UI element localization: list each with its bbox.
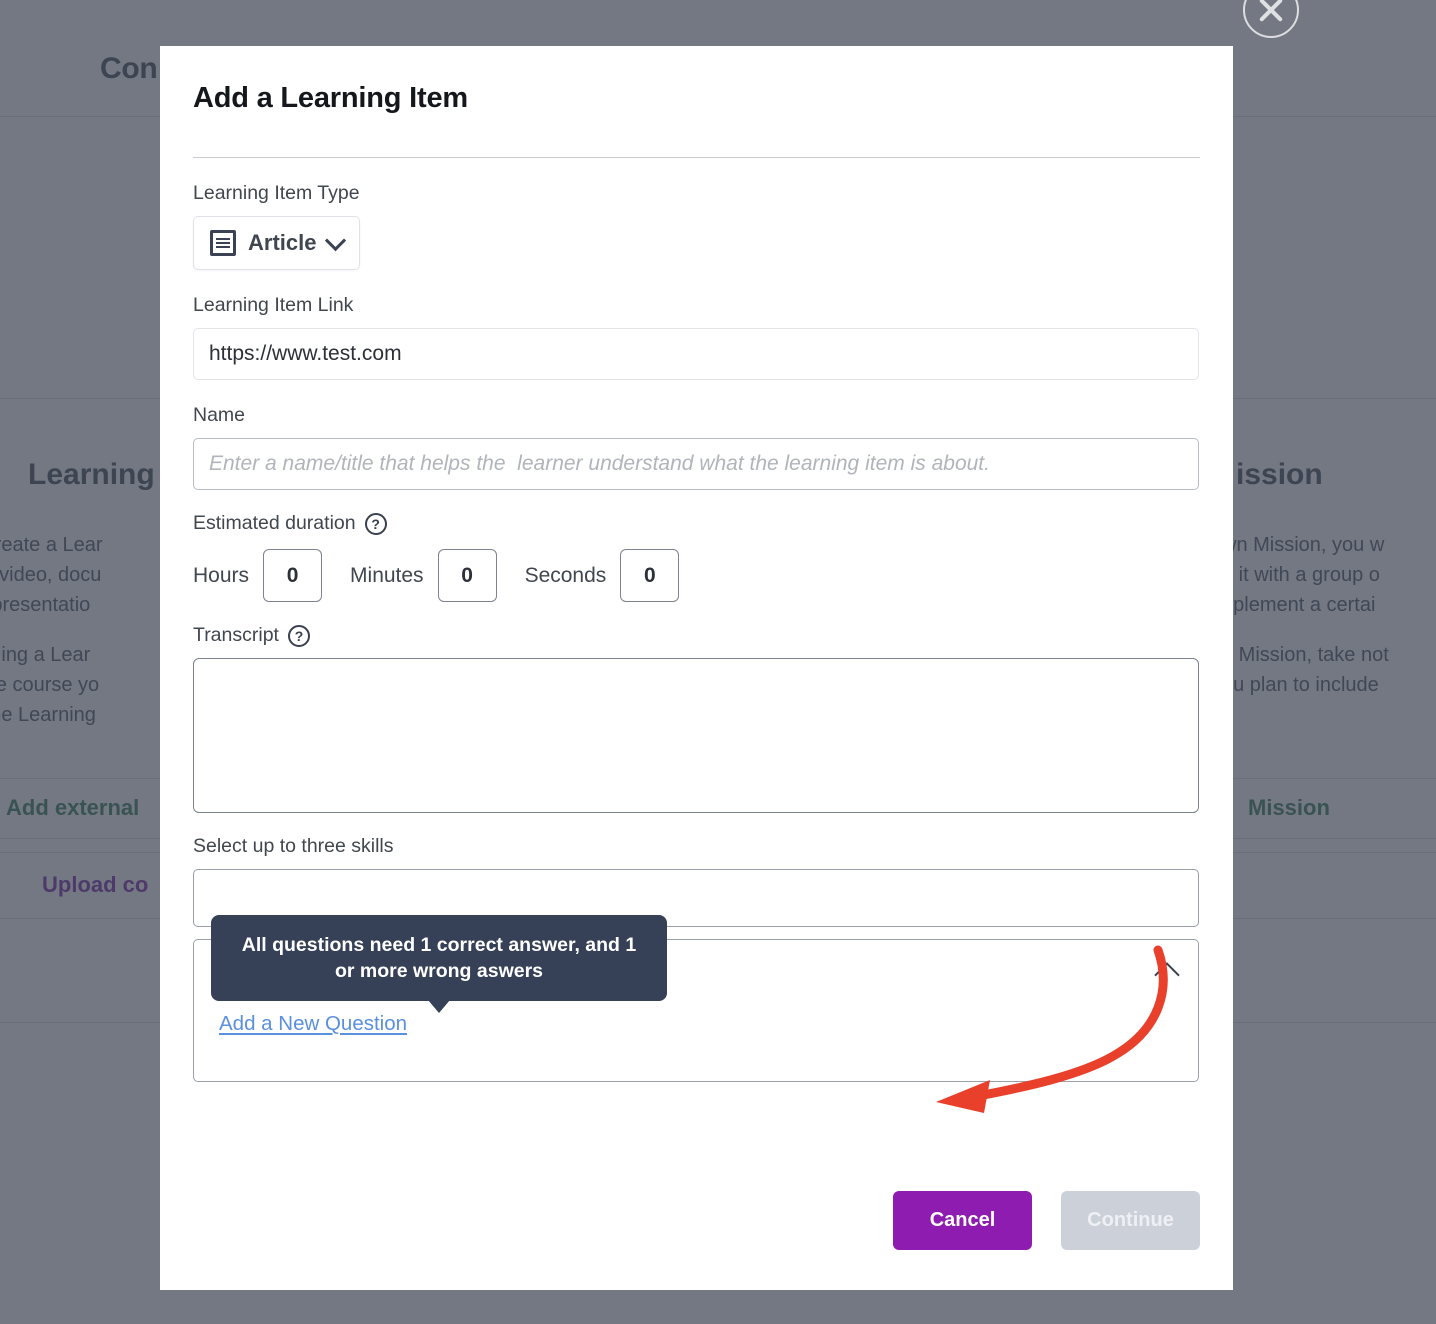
learning-item-type-value: Article (248, 230, 316, 256)
seconds-label: Seconds (525, 564, 607, 588)
name-input[interactable] (193, 438, 1199, 490)
tooltip-pointer (428, 1000, 450, 1013)
cancel-button[interactable]: Cancel (893, 1191, 1032, 1250)
duration-row: Hours Minutes Seconds (193, 549, 1200, 602)
assessment-tooltip: All questions need 1 correct answer, and… (211, 915, 667, 1001)
dialog-title-divider (193, 157, 1200, 158)
transcript-label: Transcript ? (193, 624, 1200, 647)
skills-label: Select up to three skills (193, 835, 1200, 858)
help-icon-transcript[interactable]: ? (288, 625, 310, 647)
learning-item-type-label: Learning Item Type (193, 182, 1200, 205)
article-icon (210, 230, 236, 256)
hours-input[interactable] (263, 549, 322, 602)
page-root: rs Con Learning n create a Lear wn video… (0, 0, 1436, 1324)
add-learning-item-dialog: Add a Learning Item Learning Item Type A… (160, 46, 1233, 1290)
continue-button: Continue (1061, 1191, 1200, 1250)
learning-item-link-input[interactable] (193, 328, 1199, 380)
minutes-label: Minutes (350, 564, 424, 588)
dialog-title: Add a Learning Item (193, 46, 1200, 115)
minutes-input[interactable] (438, 549, 497, 602)
learning-item-link-label: Learning Item Link (193, 294, 1200, 317)
learning-item-type-select[interactable]: Article (193, 216, 360, 270)
transcript-text: Transcript (193, 624, 279, 647)
transcript-textarea[interactable] (193, 658, 1199, 813)
seconds-input[interactable] (620, 549, 679, 602)
estimated-duration-label: Estimated duration ? (193, 512, 1200, 535)
name-label: Name (193, 404, 1200, 427)
help-icon-duration[interactable]: ? (365, 513, 387, 535)
dialog-footer: Cancel Continue (893, 1191, 1200, 1250)
estimated-duration-text: Estimated duration (193, 512, 356, 535)
chevron-down-icon (325, 230, 346, 251)
assessment-tooltip-text: All questions need 1 correct answer, and… (242, 934, 636, 982)
hours-label: Hours (193, 564, 249, 588)
add-new-question-link[interactable]: Add a New Question (219, 1012, 407, 1036)
